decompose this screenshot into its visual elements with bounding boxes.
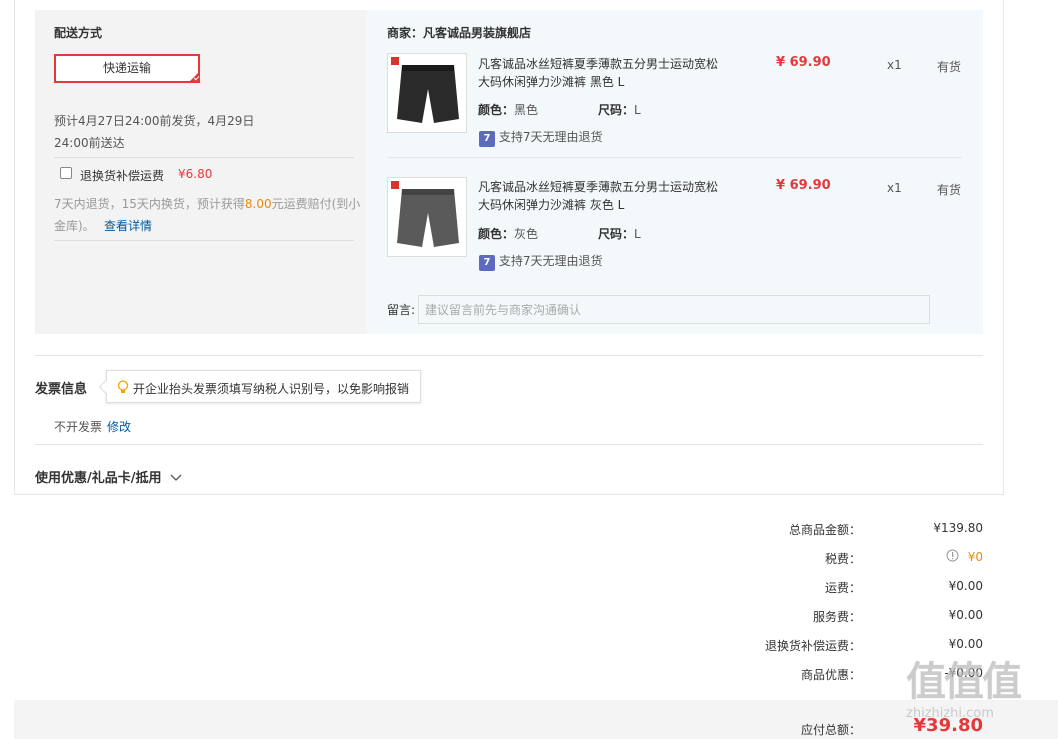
size-value: L — [634, 227, 641, 241]
invoice-status: 不开发票 — [54, 420, 103, 434]
return-shipping-label: 退换货补偿运费 — [80, 169, 165, 183]
black-shorts-image — [397, 65, 459, 123]
7day-return-icon: 7 — [479, 255, 495, 271]
color-value: 灰色 — [514, 227, 539, 241]
return-policy-text: 支持7天无理由退货 — [498, 254, 603, 268]
summary-label: 运费： — [824, 581, 861, 595]
invoice-tip: 开企业抬头发票须填写纳税人识别号，以免影响报销 — [98, 370, 421, 403]
size-label: 尺码： — [598, 103, 635, 117]
product-title-line1[interactable]: 凡客诚品冰丝短裤夏季薄款五分男士运动宽松 — [478, 178, 718, 195]
return-shipping-price: ¥6.80 — [178, 167, 213, 181]
product-title-line2[interactable]: 大码休闲弹力沙滩裤 黑色 L — [478, 73, 624, 90]
divider — [54, 240, 354, 241]
color-label: 颜色： — [478, 103, 515, 117]
summary-label: 退换货补偿运费： — [764, 639, 861, 653]
summary-label: 商品优惠： — [800, 668, 861, 682]
product-stock: 有货 — [937, 60, 962, 74]
message-label: 留言: — [387, 303, 416, 317]
summary-value: ¥0.00 — [948, 637, 983, 651]
product-title-line1[interactable]: 凡客诚品冰丝短裤夏季薄款五分男士运动宽松 — [478, 55, 718, 72]
7day-return-icon: 7 — [479, 131, 495, 147]
watermark: 值值值 zhizhizhi.com — [906, 659, 1022, 721]
gray-shorts-image — [397, 189, 459, 247]
return-shipping-checkbox[interactable] — [60, 167, 72, 179]
eta-line2: 24:00前送达 — [54, 136, 125, 150]
return-desc-line2: 金库)。 — [54, 219, 95, 233]
invoice-edit-link[interactable]: 修改 — [107, 418, 131, 435]
size-value: L — [634, 103, 641, 117]
return-policy: 7 支持7天无理由退货 — [479, 128, 602, 147]
return-desc-part2: 元运费赔付(到小 — [271, 197, 361, 211]
color-label: 颜色： — [478, 227, 515, 241]
summary-value: ¥0.00 — [948, 608, 983, 622]
invoice-title: 发票信息 — [35, 382, 88, 397]
return-policy: 7 支持7天无理由退货 — [479, 252, 602, 271]
summary-label: 税费： — [824, 552, 861, 566]
express-shipping-button[interactable]: 快递运输 — [54, 54, 200, 83]
color-value: 黑色 — [514, 103, 539, 117]
summary-value: ¥139.80 — [933, 521, 983, 535]
return-desc-line1: 7天内退货，15天内换货，预计获得8.00元运费赔付(到小 — [54, 195, 360, 212]
summary-label: 服务费： — [812, 610, 861, 624]
eta-line1: 预计4月27日24:00前发货，4月29日 — [54, 114, 255, 128]
total-label: 应付总额： — [800, 723, 861, 737]
divider — [35, 355, 983, 356]
summary-label: 总商品金额： — [788, 523, 861, 537]
discount-toggle[interactable]: 使用优惠/礼品卡/抵用 — [35, 467, 182, 486]
product-color: 颜色：灰色 — [478, 225, 538, 242]
express-shipping-label: 快递运输 — [102, 61, 151, 75]
product-size: 尺码：L — [598, 101, 641, 118]
summary-value: ¥0 — [967, 550, 983, 564]
product-price: ¥ 69.90 — [776, 178, 831, 193]
product-price: ¥ 69.90 — [776, 55, 831, 70]
size-label: 尺码： — [598, 227, 635, 241]
discount-title: 使用优惠/礼品卡/抵用 — [35, 471, 162, 486]
view-details-link[interactable]: 查看详情 — [104, 217, 152, 234]
lightbulb-icon — [117, 380, 129, 393]
summary-value: ¥0.00 — [948, 579, 983, 593]
watermark-logo: 值值值 — [906, 659, 1022, 705]
invoice-tip-text: 开企业抬头发票须填写纳税人识别号，以免影响报销 — [133, 382, 410, 396]
product-color: 颜色：黑色 — [478, 101, 538, 118]
divider — [54, 157, 354, 158]
product-qty: x1 — [887, 181, 902, 195]
product-thumbnail[interactable] — [387, 177, 467, 257]
shop-name: 商家：凡客诚品男装旗舰店 — [387, 26, 532, 40]
return-desc-part1: 7天内退货，15天内换货，预计获得 — [54, 197, 245, 211]
chevron-down-icon — [170, 474, 182, 481]
divider — [35, 444, 983, 445]
return-desc-amount: 8.00 — [244, 197, 272, 211]
message-input[interactable] — [418, 295, 930, 324]
return-policy-text: 支持7天无理由退货 — [498, 130, 603, 144]
product-size: 尺码：L — [598, 225, 641, 242]
product-title-line2[interactable]: 大码休闲弹力沙滩裤 灰色 L — [478, 196, 624, 213]
product-thumbnail[interactable] — [387, 53, 467, 133]
product-qty: x1 — [887, 58, 902, 72]
selected-check-icon — [188, 71, 200, 83]
divider — [387, 157, 962, 158]
watermark-url: zhizhizhi.com — [906, 706, 994, 721]
delivery-title: 配送方式 — [54, 26, 103, 40]
product-stock: 有货 — [937, 183, 962, 197]
